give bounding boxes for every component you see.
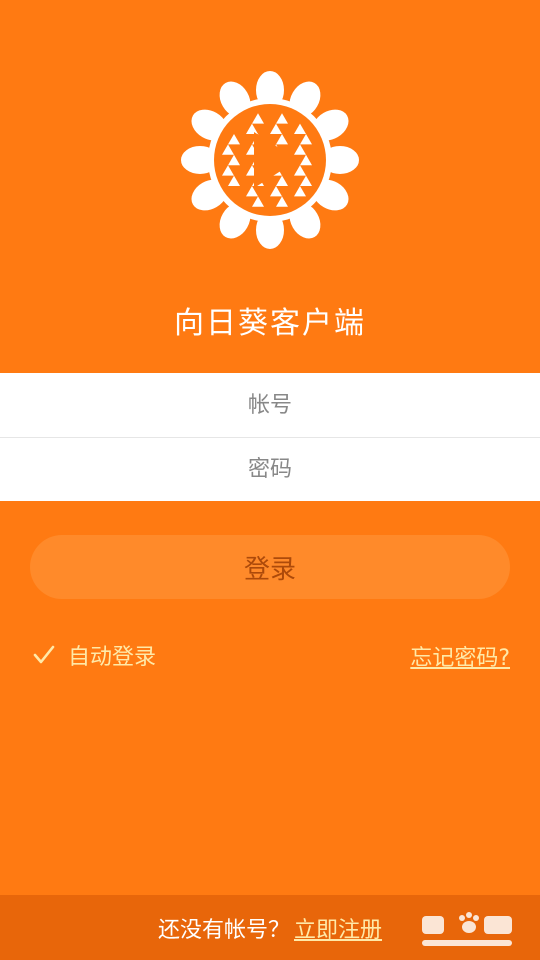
password-row: [0, 437, 540, 501]
login-form: [0, 373, 540, 501]
account-row: [0, 373, 540, 437]
password-input[interactable]: [0, 438, 540, 501]
login-button[interactable]: 登录: [30, 535, 510, 599]
app-title: 向日葵客户端: [174, 306, 366, 341]
account-input[interactable]: [0, 373, 540, 437]
register-link[interactable]: 立即注册: [294, 912, 382, 944]
baidu-jingyan-watermark: [418, 908, 518, 952]
sunflower-logo-icon: [179, 69, 361, 251]
auto-login-label: 自动登录: [68, 645, 157, 670]
forgot-password-link[interactable]: 忘记密码?: [410, 640, 510, 672]
footer-prompt: 还没有帐号？: [157, 917, 290, 943]
auto-login-checkbox[interactable]: 自动登录: [30, 640, 156, 670]
checkmark-icon: [33, 645, 55, 664]
